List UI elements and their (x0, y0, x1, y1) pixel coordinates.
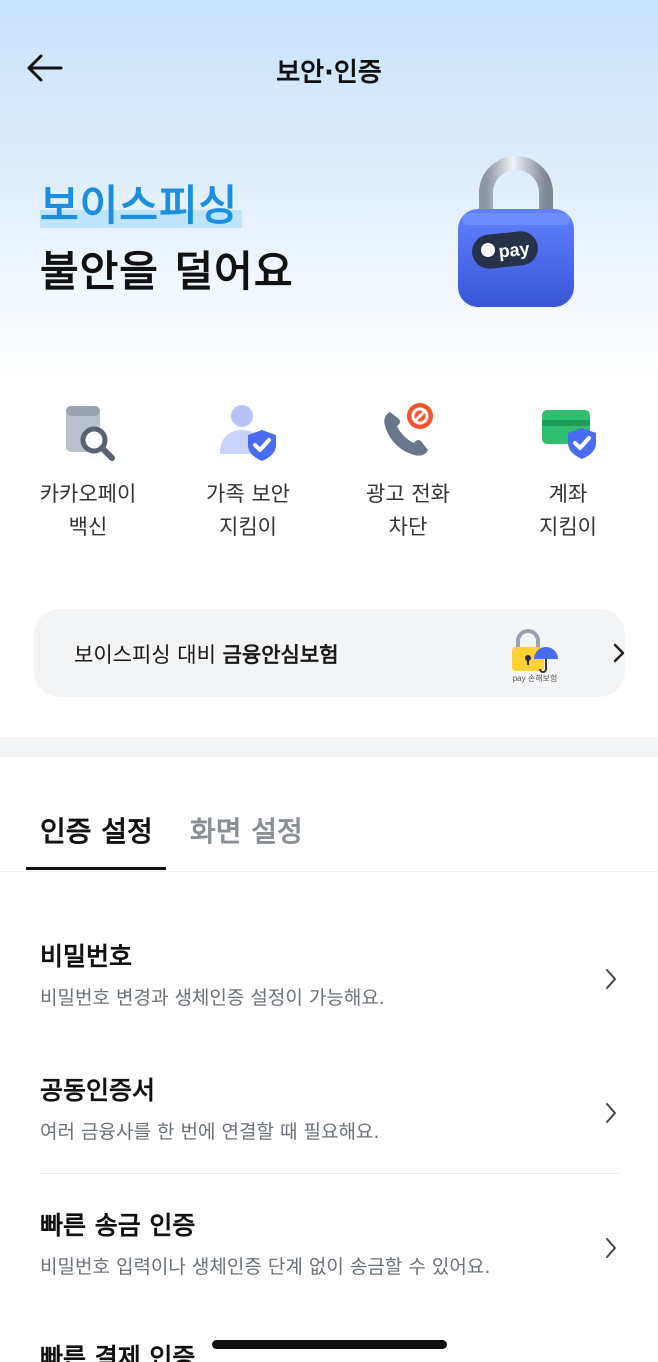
insurance-text: 보이스피싱 대비 금융안심보험 (74, 639, 339, 669)
lock-pay-badge: pay (498, 238, 531, 261)
phone-block-icon (384, 403, 433, 456)
insurance-lock-umbrella-icon: pay 손해보험 (512, 629, 558, 683)
settings-item-desc: 비밀번호 입력이나 생체인증 단계 없이 송금할 수 있어요. (40, 1256, 491, 1278)
chevron-right-icon (613, 643, 625, 663)
chevron-right-icon (606, 1238, 616, 1258)
quick-item-label: 가족 보안 지킴이 (206, 482, 290, 539)
chevron-right-icon (606, 969, 616, 989)
tab-display-settings[interactable]: 화면 설정 (190, 810, 303, 850)
tab-auth-settings[interactable]: 인증 설정 (40, 810, 153, 850)
quick-item-family-security[interactable]: 가족 보안 지킴이 (168, 400, 328, 550)
insurance-banner[interactable]: 보이스피싱 대비 금융안심보험 pay 손해보험 (34, 609, 625, 697)
quick-item-label: 카카오페이 백신 (39, 482, 137, 539)
settings-item-certificate[interactable]: 공동인증서 여러 금융사를 한 번에 연결할 때 필요해요. (0, 1071, 658, 1151)
settings-tabs: 인증 설정 화면 설정 (0, 800, 658, 872)
insurance-prefix: 보이스피싱 대비 (74, 643, 223, 667)
insurance-icon-caption: pay 손해보험 (513, 673, 558, 683)
settings-item-title: 공동인증서 (40, 1076, 156, 1105)
settings-item-title: 빠른 송금 인증 (40, 1211, 196, 1240)
hero-headline-highlight: 보이스피싱 (40, 172, 243, 233)
quick-item-label: 계좌 지킴이 (539, 482, 597, 539)
search-document-icon (66, 406, 115, 461)
quick-item-vaccine[interactable]: 카카오페이 백신 (8, 400, 168, 550)
page-title: 보안·인증 (276, 58, 382, 88)
top-bar: 보안·인증 (0, 40, 658, 96)
hero-headline: 불안을 덜어요 (40, 247, 294, 296)
family-shield-icon (220, 405, 276, 461)
settings-item-title: 빠른 결제 인증 (40, 1343, 196, 1362)
account-shield-icon (542, 410, 596, 459)
settings-item-desc: 여러 금융사를 한 번에 연결할 때 필요해요. (40, 1121, 380, 1143)
active-tab-indicator (26, 867, 166, 870)
chevron-right-icon (606, 1103, 616, 1123)
list-divider (40, 1173, 618, 1174)
quick-item-label: 광고 전화 차단 (366, 482, 450, 539)
quick-item-account-guard[interactable]: 계좌 지킴이 (488, 400, 648, 550)
settings-item-password[interactable]: 비밀번호 비밀번호 변경과 생체인증 설정이 가능해요. (0, 937, 658, 1017)
section-divider (0, 737, 658, 757)
quick-item-ad-call-block[interactable]: 광고 전화 차단 (328, 400, 488, 550)
settings-item-desc: 비밀번호 변경과 생체인증 설정이 가능해요. (40, 987, 385, 1009)
quick-menu: 카카오페이 백신 가족 보안 지킴이 광고 전화 차단 계좌 지킴이 (8, 400, 650, 550)
settings-item-quick-transfer[interactable]: 빠른 송금 인증 비밀번호 입력이나 생체인증 단계 없이 송금할 수 있어요. (0, 1206, 658, 1286)
padlock-illustration: pay (458, 156, 574, 307)
settings-item-title: 비밀번호 (40, 942, 133, 971)
home-indicator (212, 1340, 447, 1349)
insurance-highlight: 금융안심보험 (222, 643, 339, 667)
